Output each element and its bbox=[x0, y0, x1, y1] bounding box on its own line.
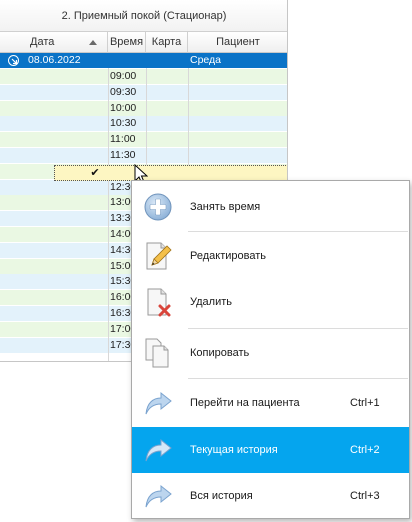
menu-item-shortcut: Ctrl+3 bbox=[350, 490, 380, 502]
menu-item-current-history[interactable]: Текущая история Ctrl+2 bbox=[132, 427, 409, 473]
menu-item-book-time[interactable]: Занять время bbox=[132, 184, 409, 230]
menu-item-edit[interactable]: Редактировать bbox=[132, 233, 409, 279]
menu-item-label: Копировать bbox=[190, 347, 250, 359]
copy-document-icon bbox=[145, 338, 169, 368]
patient-cell bbox=[188, 101, 287, 116]
collapse-group-icon[interactable] bbox=[8, 55, 19, 66]
card-cell bbox=[146, 69, 188, 84]
menu-item-label: Удалить bbox=[190, 296, 232, 308]
add-circle-icon bbox=[144, 193, 172, 221]
time-cell: 11:30 bbox=[110, 149, 136, 161]
table-row[interactable]: 09:00 bbox=[0, 69, 287, 84]
table-row[interactable]: 11:00 bbox=[0, 132, 287, 148]
menu-item-label: Занять время bbox=[190, 201, 261, 213]
edit-document-icon bbox=[146, 242, 172, 270]
group-row-date[interactable]: 08.06.2022 Среда bbox=[0, 53, 287, 68]
table-row[interactable]: 10:30 bbox=[0, 116, 287, 132]
arrow-forward-icon bbox=[145, 484, 172, 508]
menu-item-label: Редактировать bbox=[190, 250, 266, 262]
group-weekday: Среда bbox=[190, 54, 221, 66]
card-cell bbox=[146, 85, 188, 100]
menu-item-go-to-patient[interactable]: Перейти на пациента Ctrl+1 bbox=[132, 380, 409, 426]
column-header-date-label: Дата bbox=[30, 36, 55, 48]
menu-item-shortcut: Ctrl+2 bbox=[350, 444, 380, 456]
time-cell: 10:00 bbox=[110, 101, 137, 114]
menu-item-delete[interactable]: Удалить bbox=[132, 279, 409, 325]
time-cell: 09:00 bbox=[110, 70, 137, 82]
delete-document-icon bbox=[147, 288, 171, 317]
menu-separator bbox=[188, 231, 408, 232]
menu-item-label: Перейти на пациента bbox=[190, 397, 300, 409]
arrow-forward-icon bbox=[145, 438, 172, 462]
column-header-card[interactable]: Карта bbox=[146, 32, 188, 53]
column-header-time[interactable]: Время bbox=[108, 32, 146, 53]
time-cell: 09:30 bbox=[110, 85, 137, 98]
patient-cell bbox=[188, 148, 287, 163]
menu-item-shortcut: Ctrl+1 bbox=[350, 397, 380, 409]
table-row[interactable]: 11:30 bbox=[0, 148, 287, 163]
menu-item-label: Вся история bbox=[190, 490, 253, 502]
menu-item-label: Текущая история bbox=[190, 444, 278, 456]
patient-cell bbox=[188, 69, 287, 84]
menu-separator bbox=[188, 328, 408, 329]
menu-item-all-history[interactable]: Вся история Ctrl+3 bbox=[132, 473, 409, 519]
column-header-date[interactable]: Дата bbox=[0, 32, 108, 53]
card-cell bbox=[146, 116, 188, 131]
context-menu: Занять время Редактировать Удалить Копир… bbox=[131, 180, 410, 519]
patient-cell bbox=[188, 132, 287, 147]
time-cell: 10:30 bbox=[110, 117, 137, 130]
group-date: 08.06.2022 bbox=[28, 54, 81, 66]
menu-separator bbox=[188, 378, 408, 379]
patient-cell bbox=[188, 116, 287, 131]
patient-cell bbox=[188, 85, 287, 100]
sort-ascending-icon bbox=[89, 40, 97, 45]
column-header-patient[interactable]: Пациент bbox=[188, 32, 287, 53]
column-divider bbox=[108, 68, 109, 361]
selected-check-icon: ✔ bbox=[90, 167, 100, 179]
time-cell: 11:00 bbox=[110, 133, 136, 146]
table-row[interactable]: 10:00 bbox=[0, 100, 287, 116]
card-cell bbox=[146, 148, 188, 163]
table-row[interactable]: 09:30 bbox=[0, 84, 287, 100]
card-cell bbox=[146, 101, 188, 116]
arrow-forward-icon bbox=[145, 391, 172, 415]
card-cell bbox=[146, 132, 188, 147]
grid-title: 2. Приемный покой (Стационар) bbox=[0, 0, 287, 32]
menu-item-copy[interactable]: Копировать bbox=[132, 330, 409, 376]
